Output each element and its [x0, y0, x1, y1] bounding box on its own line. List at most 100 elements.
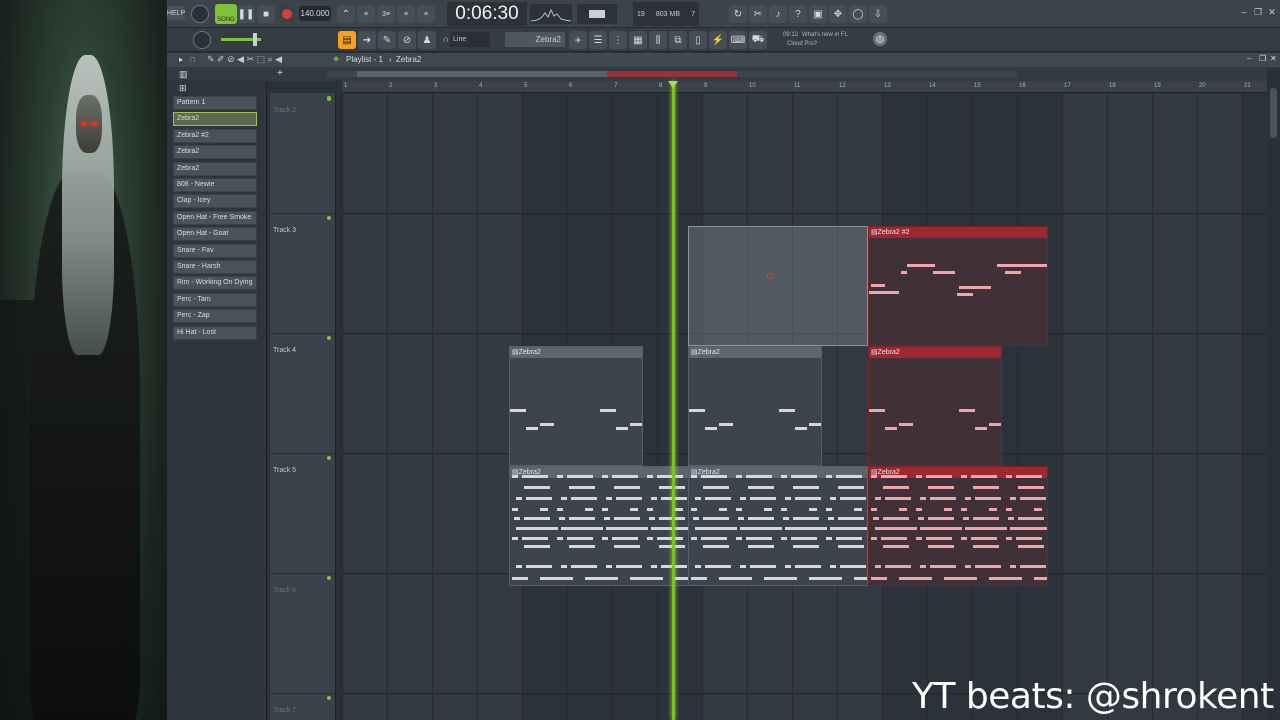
pattern-clip[interactable]: ▤Zebra2 #2	[868, 226, 1048, 346]
playlist-close-icon[interactable]: ✕	[1270, 54, 1277, 63]
browser-button[interactable]: ⧉	[669, 31, 687, 49]
pattern-clip[interactable]: ▤Zebra2	[868, 466, 1048, 586]
pattern-clip[interactable]: ▤Zebra2	[509, 346, 643, 466]
pattern-selector-mini[interactable]	[577, 4, 617, 24]
picker-item[interactable]: Zebra2	[173, 112, 257, 127]
picker-item[interactable]: Open Hat - Goat	[173, 227, 257, 242]
pattern-clip[interactable]: ▤Zebra2	[688, 346, 822, 466]
microphone-button[interactable]: ♪	[769, 5, 787, 23]
playlist-max-icon[interactable]: ❐	[1259, 54, 1266, 63]
tempo-display[interactable]: 140.000	[299, 6, 331, 21]
picker-item[interactable]: Hi Hat - Lost	[173, 325, 257, 340]
draw-mode-button[interactable]: ✎	[378, 31, 396, 49]
stamp-button[interactable]: ♟	[418, 31, 436, 49]
playlist-grid[interactable]: ▤Zebra2 #2 ▤Zebra2 ▤Zebra2 ▤Zebra2 ▤Zebra2 ▤Z…	[342, 93, 1280, 720]
picker-item[interactable]: Snare - Harsh	[173, 260, 257, 274]
chat-button[interactable]: ◯	[849, 5, 867, 23]
notes-button[interactable]: ▯	[689, 31, 707, 49]
track-label[interactable]: Track 2	[273, 107, 296, 114]
picker-icon[interactable]: ⊞	[179, 83, 189, 93]
picker-item[interactable]: 808 - Newie	[173, 178, 257, 192]
pattern-clip[interactable]: ▤Zebra2	[509, 466, 689, 586]
playlist-button[interactable]: ☰	[589, 31, 607, 49]
touch-keyboard-button[interactable]: ⌨	[729, 31, 747, 49]
slider-handle[interactable]	[253, 33, 257, 46]
link-button[interactable]: ⊘	[398, 31, 416, 49]
save-icon: ▣	[813, 8, 823, 20]
track-mute-led[interactable]	[327, 696, 331, 700]
note-block	[854, 537, 862, 540]
next-button[interactable]: ➔	[358, 31, 376, 49]
stop-button[interactable]: ■	[257, 5, 275, 23]
song-mode-button[interactable]: SONG	[215, 4, 237, 24]
metronome-button[interactable]: ⌃	[337, 5, 355, 23]
picker-item[interactable]: Perc - Tam	[173, 292, 257, 307]
countdown-icon: 3≡	[382, 10, 390, 18]
plugin-picker-button[interactable]: ⚡	[709, 31, 727, 49]
selection-rectangle[interactable]	[688, 226, 868, 346]
master-volume-knob[interactable]	[193, 31, 211, 49]
track-mute-led[interactable]	[327, 456, 331, 460]
picker-item[interactable]: Snare - Fav	[173, 243, 257, 258]
picker-item[interactable]: Rim - Working On Dying	[173, 276, 257, 291]
track-label[interactable]: Track 3	[273, 227, 296, 234]
track-mute-led[interactable]	[327, 336, 331, 340]
close-button[interactable]: ✕	[1267, 7, 1277, 17]
track-mute-led[interactable]	[327, 576, 331, 580]
song-position-time[interactable]: 0:06:30	[447, 2, 527, 26]
track-label[interactable]: Track 4	[273, 347, 296, 354]
add-pattern-button[interactable]: +	[569, 31, 587, 49]
track-mute-led[interactable]	[327, 216, 331, 220]
wait-input-button[interactable]: ≡	[357, 5, 375, 23]
track-label[interactable]: Track 7	[273, 707, 296, 714]
track-label[interactable]: Track 5	[273, 467, 296, 474]
mixer-button[interactable]: ⫼	[649, 31, 667, 49]
track-mute-led[interactable]	[327, 97, 331, 101]
save-button[interactable]: ▣	[809, 5, 827, 23]
countdown-button[interactable]: 3≡	[377, 5, 395, 23]
loop-record-button[interactable]: ≡	[417, 5, 435, 23]
pattern-clip[interactable]: ▤Zebra2	[688, 466, 868, 586]
export-button[interactable]: ⇩	[869, 5, 887, 23]
snap-select[interactable]: Line	[450, 32, 490, 47]
overview-range[interactable]	[357, 71, 607, 77]
picker-item[interactable]: Zebra2	[173, 161, 257, 176]
mixer-cut-button[interactable]: ✂	[749, 5, 767, 23]
picker-item[interactable]: Zebra2	[173, 145, 257, 160]
step-edit-button[interactable]: ≡	[397, 5, 415, 23]
master-pitch-knob[interactable]	[191, 5, 209, 23]
add-track-icon[interactable]: +	[277, 68, 283, 79]
restore-button[interactable]: ❐	[1253, 7, 1263, 17]
picker-item[interactable]: Open Hat - Free Smoke	[173, 210, 257, 225]
magnet-snap-icon[interactable]: ∩	[189, 54, 196, 65]
piano-roll-button[interactable]: ⋮	[609, 31, 627, 49]
track-label[interactable]: Track 6	[273, 587, 296, 594]
scrollbar-thumb[interactable]	[1270, 88, 1277, 138]
channel-rack-button[interactable]: ▦	[629, 31, 647, 49]
vertical-scrollbar[interactable]	[1267, 68, 1280, 720]
globe-button[interactable]: ◍	[873, 32, 887, 46]
picker-item[interactable]: Perc - Zap	[173, 309, 257, 324]
picker-item[interactable]: Clap - Icey	[173, 194, 257, 209]
picker-item[interactable]: Zebra2 #2	[173, 128, 257, 143]
pattern-mode-button[interactable]: ▤	[338, 31, 356, 49]
pattern-name-field[interactable]: Zebra2	[505, 32, 565, 47]
plugin-button[interactable]: ✥	[829, 5, 847, 23]
picker-item[interactable]: Pattern 1	[173, 96, 257, 110]
pattern-clip[interactable]: ▤Zebra2	[868, 346, 1002, 466]
pause-button[interactable]: ❚❚	[237, 5, 255, 23]
playhead-marker[interactable]	[668, 81, 678, 88]
help-question-button[interactable]: ?	[789, 5, 807, 23]
playhead-line[interactable]	[672, 81, 675, 720]
tool-icons[interactable]: ✎ ✐ ⊘ ◀ ✂ ⬚ ⌕ ◀	[207, 54, 282, 65]
cart-button[interactable]: ⛟	[749, 31, 767, 49]
playlist-min-icon[interactable]: ‒	[1247, 54, 1251, 63]
help-button[interactable]: HELP	[167, 6, 185, 20]
record-button[interactable]	[278, 5, 296, 23]
refresh-button[interactable]: ↻	[729, 5, 747, 23]
ruler-bar-number: 18	[1109, 83, 1116, 89]
news-line-2[interactable]: Cloud Pro?	[787, 39, 867, 49]
timeline-ruler[interactable]: 1 2 3 4 5 6 7 8 9 10 11 12 13 14 15 16 17 18 19 20 21	[342, 81, 1267, 93]
clip-title: ▤Zebra2	[689, 347, 821, 358]
minimize-button[interactable]: ‒	[1239, 7, 1249, 17]
